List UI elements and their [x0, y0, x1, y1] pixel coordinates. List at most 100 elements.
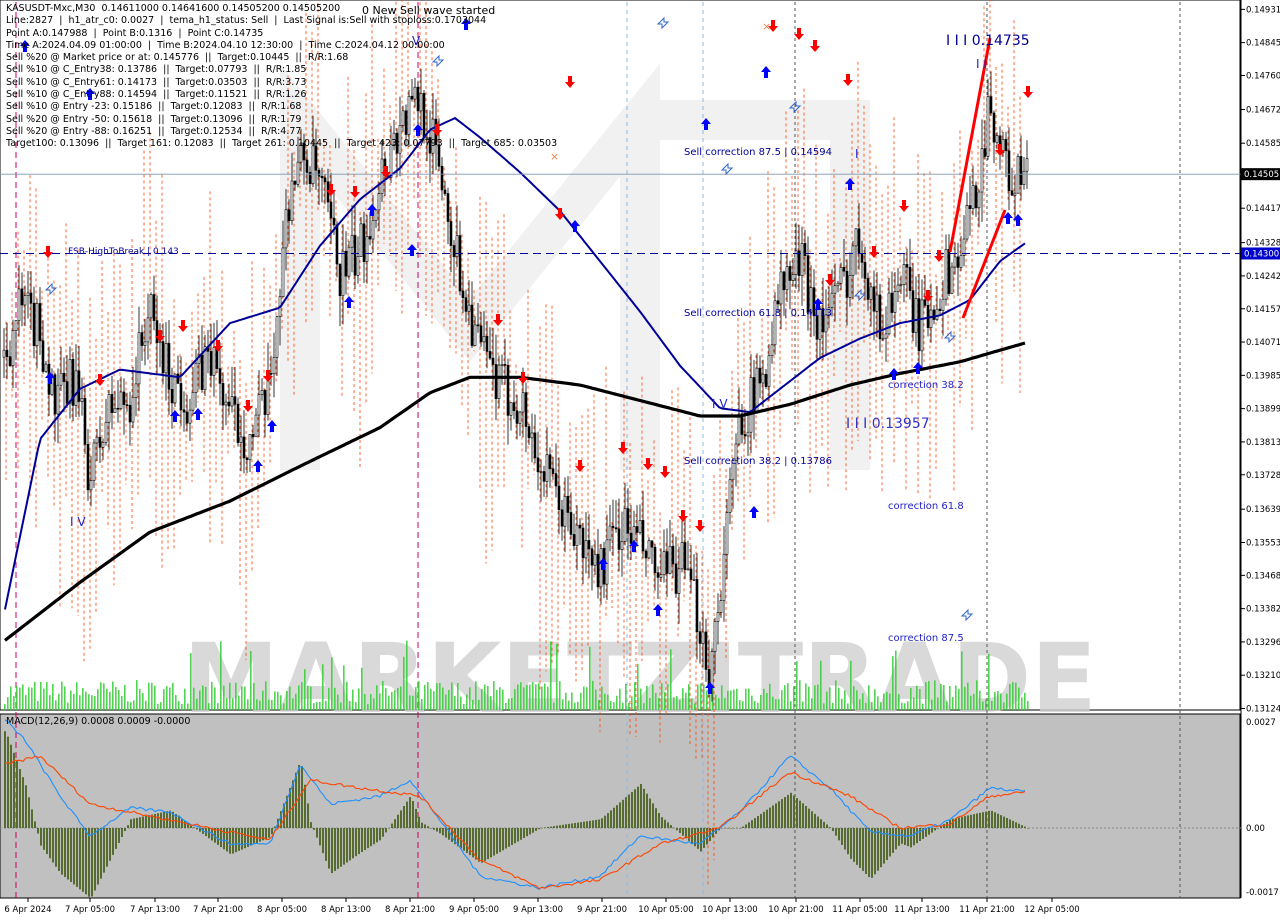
candle-body	[464, 297, 468, 312]
candle-body	[239, 436, 243, 443]
volume-bar	[1021, 697, 1023, 710]
candle-body	[1013, 192, 1017, 196]
volume-bar	[328, 687, 330, 710]
volume-bar	[172, 682, 174, 710]
volume-bar	[433, 691, 435, 710]
candle-body	[287, 209, 291, 221]
macd-histogram-bar	[727, 828, 729, 829]
price-tick-label: 0.13296	[1246, 638, 1280, 648]
candle-body	[131, 397, 135, 423]
volume-bar	[94, 696, 96, 710]
candle-body	[503, 364, 507, 366]
wave-label-i: I	[855, 147, 859, 161]
volume-bar	[571, 692, 573, 710]
candle-body	[770, 344, 774, 356]
macd-histogram-bar	[793, 795, 795, 828]
macd-histogram-bar	[964, 816, 966, 828]
macd-histogram-bar	[304, 784, 306, 828]
macd-histogram-bar	[898, 828, 900, 846]
macd-histogram-bar	[103, 828, 105, 873]
macd-histogram-bar	[418, 816, 420, 828]
volume-bar	[580, 692, 582, 710]
macd-histogram-bar	[409, 797, 411, 828]
candle-body	[698, 631, 702, 644]
candle-body	[545, 454, 549, 482]
candle-body	[686, 568, 690, 571]
macd-histogram-bar	[673, 827, 675, 829]
volume-bar	[733, 689, 735, 710]
macd-histogram-bar	[394, 819, 396, 828]
volume-bar	[235, 682, 237, 710]
candle-body	[860, 253, 864, 263]
macd-histogram-bar	[256, 828, 258, 843]
volume-bar	[199, 690, 201, 710]
macd-histogram-bar	[319, 828, 321, 846]
volume-bar	[283, 703, 285, 710]
macd-histogram-bar	[625, 797, 627, 828]
volume-bar	[970, 695, 972, 710]
macd-histogram-bar	[67, 828, 69, 880]
volume-bar	[508, 698, 510, 710]
candle-body	[62, 372, 66, 382]
macd-histogram-bar	[406, 801, 408, 828]
x-marker: ×	[762, 20, 771, 33]
volume-bar	[121, 696, 123, 710]
candle-body	[293, 180, 297, 185]
volume-bar	[934, 680, 936, 710]
candle-body	[95, 436, 99, 444]
volume-bar	[109, 691, 111, 710]
volume-bar	[637, 663, 639, 710]
candle-body	[704, 631, 708, 670]
volume-bar	[394, 690, 396, 710]
volume-bar	[706, 690, 708, 710]
candle-body	[896, 284, 900, 292]
time-tick-label: 9 Apr 13:00	[513, 905, 563, 915]
macd-histogram-bar	[106, 828, 108, 867]
wave-label-i-v: I V	[712, 397, 728, 411]
candle-body	[902, 264, 906, 285]
volume-bar	[418, 681, 420, 710]
macd-histogram-bar	[694, 828, 696, 847]
macd-histogram-bar	[313, 828, 315, 830]
candle-body	[245, 457, 249, 461]
volume-bar	[667, 684, 669, 710]
volume-bar	[364, 694, 366, 710]
macd-histogram-bar	[814, 813, 816, 828]
candle-body	[80, 398, 84, 402]
macd-histogram-bar	[442, 828, 444, 836]
time-tick-label: 9 Apr 05:00	[449, 905, 499, 915]
candle-body	[743, 434, 747, 437]
candle-body	[644, 550, 648, 559]
candle-body	[296, 161, 300, 185]
macd-histogram-bar	[481, 828, 483, 863]
time-tick-label: 10 Apr 21:00	[768, 905, 823, 915]
macd-histogram-bar	[961, 816, 963, 828]
candle-body	[608, 525, 612, 541]
candle-body	[575, 524, 579, 546]
candle-body	[551, 468, 555, 474]
macd-histogram-bar	[325, 828, 327, 861]
volume-bar	[34, 681, 36, 710]
volume-bar	[154, 685, 156, 710]
volume-bar	[826, 691, 828, 710]
macd-histogram-bar	[937, 828, 939, 829]
volume-bar	[175, 695, 177, 710]
macd-histogram-bar	[58, 828, 60, 871]
candle-body	[611, 525, 615, 529]
volume-bar	[958, 688, 960, 710]
candle-body	[149, 294, 153, 319]
candle-body	[530, 432, 534, 439]
price-tick-label: 0.14931	[1246, 5, 1280, 15]
volume-bar	[277, 691, 279, 710]
volume-bar	[562, 699, 564, 710]
header-line: Sell %20 @ Market price or at: 0.145776 …	[6, 52, 349, 64]
candle-body	[254, 414, 258, 438]
macd-histogram-bar	[994, 812, 996, 828]
macd-histogram-bar	[193, 827, 195, 828]
volume-bar	[748, 688, 750, 710]
macd-histogram-bar	[334, 828, 336, 871]
volume-bar	[343, 665, 345, 710]
macd-histogram-bar	[583, 821, 585, 828]
candle-body	[911, 290, 915, 333]
volume-bar	[538, 683, 540, 710]
